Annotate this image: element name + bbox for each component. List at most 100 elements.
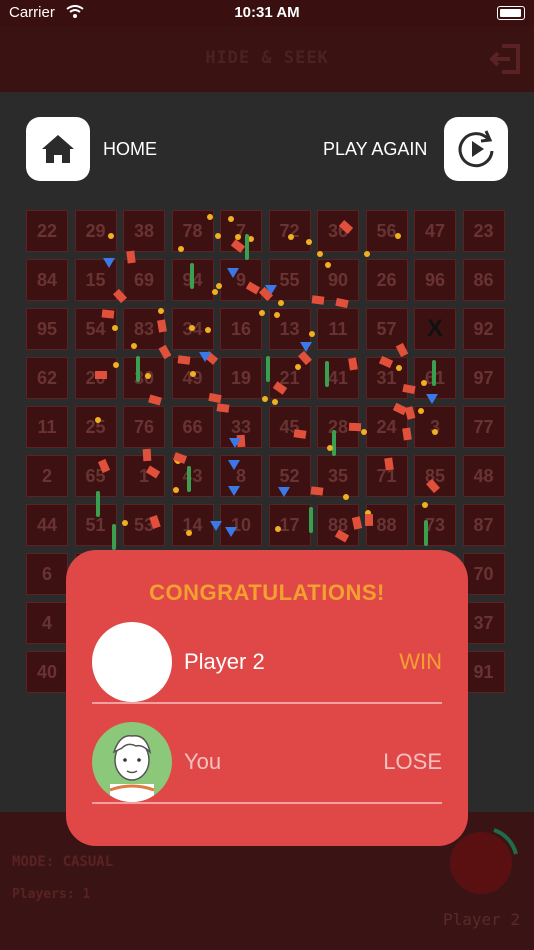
board-cell[interactable]: 35 xyxy=(317,455,359,497)
board-cell[interactable]: 53 xyxy=(123,504,165,546)
exit-icon[interactable] xyxy=(488,42,522,76)
board-cell[interactable]: 2 xyxy=(26,455,68,497)
board-cell[interactable]: 17 xyxy=(268,504,311,546)
result-row-you: You LOSE xyxy=(92,712,442,804)
board-cell[interactable]: 87 xyxy=(462,504,505,546)
board-cell[interactable]: 21 xyxy=(268,357,311,399)
board-cell[interactable]: 43 xyxy=(171,455,214,497)
player-name: You xyxy=(184,749,222,774)
board-cell[interactable]: 73 xyxy=(414,504,456,546)
board-cell[interactable]: 45 xyxy=(268,406,311,448)
board-cell[interactable]: 55 xyxy=(268,259,311,301)
home-icon xyxy=(42,135,74,163)
board-cell[interactable]: 84 xyxy=(26,259,68,301)
user-avatar-icon xyxy=(109,735,155,802)
board-cell[interactable]: 3 xyxy=(414,406,456,448)
board-cell[interactable]: 7 xyxy=(220,210,262,252)
board-cell[interactable]: 91 xyxy=(462,651,505,693)
board-cell[interactable]: 77 xyxy=(462,406,505,448)
board-cell[interactable]: 52 xyxy=(268,455,311,497)
result-status: LOSE xyxy=(383,749,442,774)
board-cell[interactable]: 48 xyxy=(462,455,505,497)
board-cell[interactable]: 1 xyxy=(123,455,165,497)
board-cell[interactable]: 34 xyxy=(171,308,214,350)
board-cell[interactable]: 8 xyxy=(220,455,262,497)
mode-label: MODE: CASUAL xyxy=(12,854,114,870)
board-cell[interactable]: 14 xyxy=(171,504,214,546)
board-cell[interactable]: 38 xyxy=(123,210,165,252)
board-cell[interactable]: 88 xyxy=(365,504,408,546)
board-cell[interactable]: 76 xyxy=(123,406,165,448)
board-cell[interactable]: 92 xyxy=(462,308,505,350)
board-cell[interactable]: 26 xyxy=(365,259,408,301)
divider xyxy=(92,802,442,804)
board-cell[interactable]: 23 xyxy=(462,210,505,252)
board-cell[interactable]: 40 xyxy=(26,651,68,693)
board-cell[interactable]: 57 xyxy=(365,308,408,350)
player-name: Player 2 xyxy=(184,649,265,674)
board-cell[interactable]: 78 xyxy=(171,210,214,252)
result-dialog: CONGRATULATIONS! Player 2 WIN You LOSE xyxy=(66,550,468,846)
board-cell[interactable]: 22 xyxy=(26,210,68,252)
board-cell[interactable]: 86 xyxy=(462,259,505,301)
app-title: HIDE & SEEK xyxy=(205,48,329,68)
board-cell[interactable]: 65 xyxy=(74,455,117,497)
board-cell[interactable]: 44 xyxy=(26,504,68,546)
board-cell[interactable]: 33 xyxy=(220,406,262,448)
result-status: WIN xyxy=(399,649,442,674)
board-cell[interactable]: 66 xyxy=(171,406,214,448)
board-cell[interactable]: 16 xyxy=(220,308,262,350)
avatar xyxy=(92,722,172,802)
board-cell[interactable]: 97 xyxy=(462,357,505,399)
board-cell[interactable]: 47 xyxy=(414,210,456,252)
play-again-label[interactable]: PLAY AGAIN xyxy=(323,139,427,160)
avatar xyxy=(92,622,172,702)
board-cell[interactable]: X xyxy=(414,308,456,350)
board-cell[interactable]: 90 xyxy=(317,259,359,301)
board-cell[interactable]: 31 xyxy=(365,357,408,399)
board-cell[interactable]: 54 xyxy=(74,308,117,350)
play-again-button[interactable] xyxy=(444,117,508,181)
board-cell[interactable]: 25 xyxy=(74,406,117,448)
board-cell[interactable]: 69 xyxy=(123,259,165,301)
board-cell[interactable]: 62 xyxy=(26,357,68,399)
board-cell[interactable]: 20 xyxy=(74,357,117,399)
board-cell[interactable]: 28 xyxy=(317,406,359,448)
board-cell[interactable]: 85 xyxy=(414,455,456,497)
board-cell[interactable]: 95 xyxy=(26,308,68,350)
result-row-winner: Player 2 WIN xyxy=(92,612,442,704)
board-cell[interactable]: 10 xyxy=(220,504,262,546)
home-button[interactable] xyxy=(26,117,90,181)
board-cell[interactable]: 70 xyxy=(462,553,505,595)
home-label[interactable]: HOME xyxy=(103,139,157,160)
board-cell[interactable]: 83 xyxy=(123,308,165,350)
board-cell[interactable]: 41 xyxy=(317,357,359,399)
board-cell[interactable]: 94 xyxy=(171,259,214,301)
status-bar: Carrier 10:31 AM xyxy=(0,0,534,26)
board-cell[interactable]: 72 xyxy=(268,210,311,252)
board-cell[interactable]: 88 xyxy=(317,504,359,546)
board-cell[interactable]: 30 xyxy=(123,357,165,399)
board-cell[interactable]: 24 xyxy=(365,406,408,448)
board-cell[interactable]: 11 xyxy=(26,406,68,448)
board-cell[interactable]: 4 xyxy=(26,602,68,644)
board-cell[interactable]: 61 xyxy=(414,357,456,399)
board-cell[interactable]: 71 xyxy=(365,455,408,497)
board-cell[interactable]: 11 xyxy=(317,308,359,350)
board-cell[interactable]: 6 xyxy=(26,553,68,595)
board-cell[interactable]: 96 xyxy=(414,259,456,301)
board-cell[interactable]: 49 xyxy=(171,357,214,399)
battery-icon xyxy=(497,6,525,20)
divider xyxy=(92,702,442,704)
board-cell[interactable]: 19 xyxy=(220,357,262,399)
board-cell[interactable]: 29 xyxy=(74,210,117,252)
current-player-label: Player 2 xyxy=(442,910,520,929)
board-cell[interactable]: 56 xyxy=(365,210,408,252)
board-cell[interactable]: 51 xyxy=(74,504,117,546)
board-cell[interactable]: 13 xyxy=(268,308,311,350)
board-cell[interactable]: 15 xyxy=(74,259,117,301)
board-cell[interactable]: 9 xyxy=(220,259,262,301)
board-cell[interactable]: 36 xyxy=(317,210,359,252)
board-cell[interactable]: 37 xyxy=(462,602,505,644)
congrats-title: CONGRATULATIONS! xyxy=(149,580,385,605)
